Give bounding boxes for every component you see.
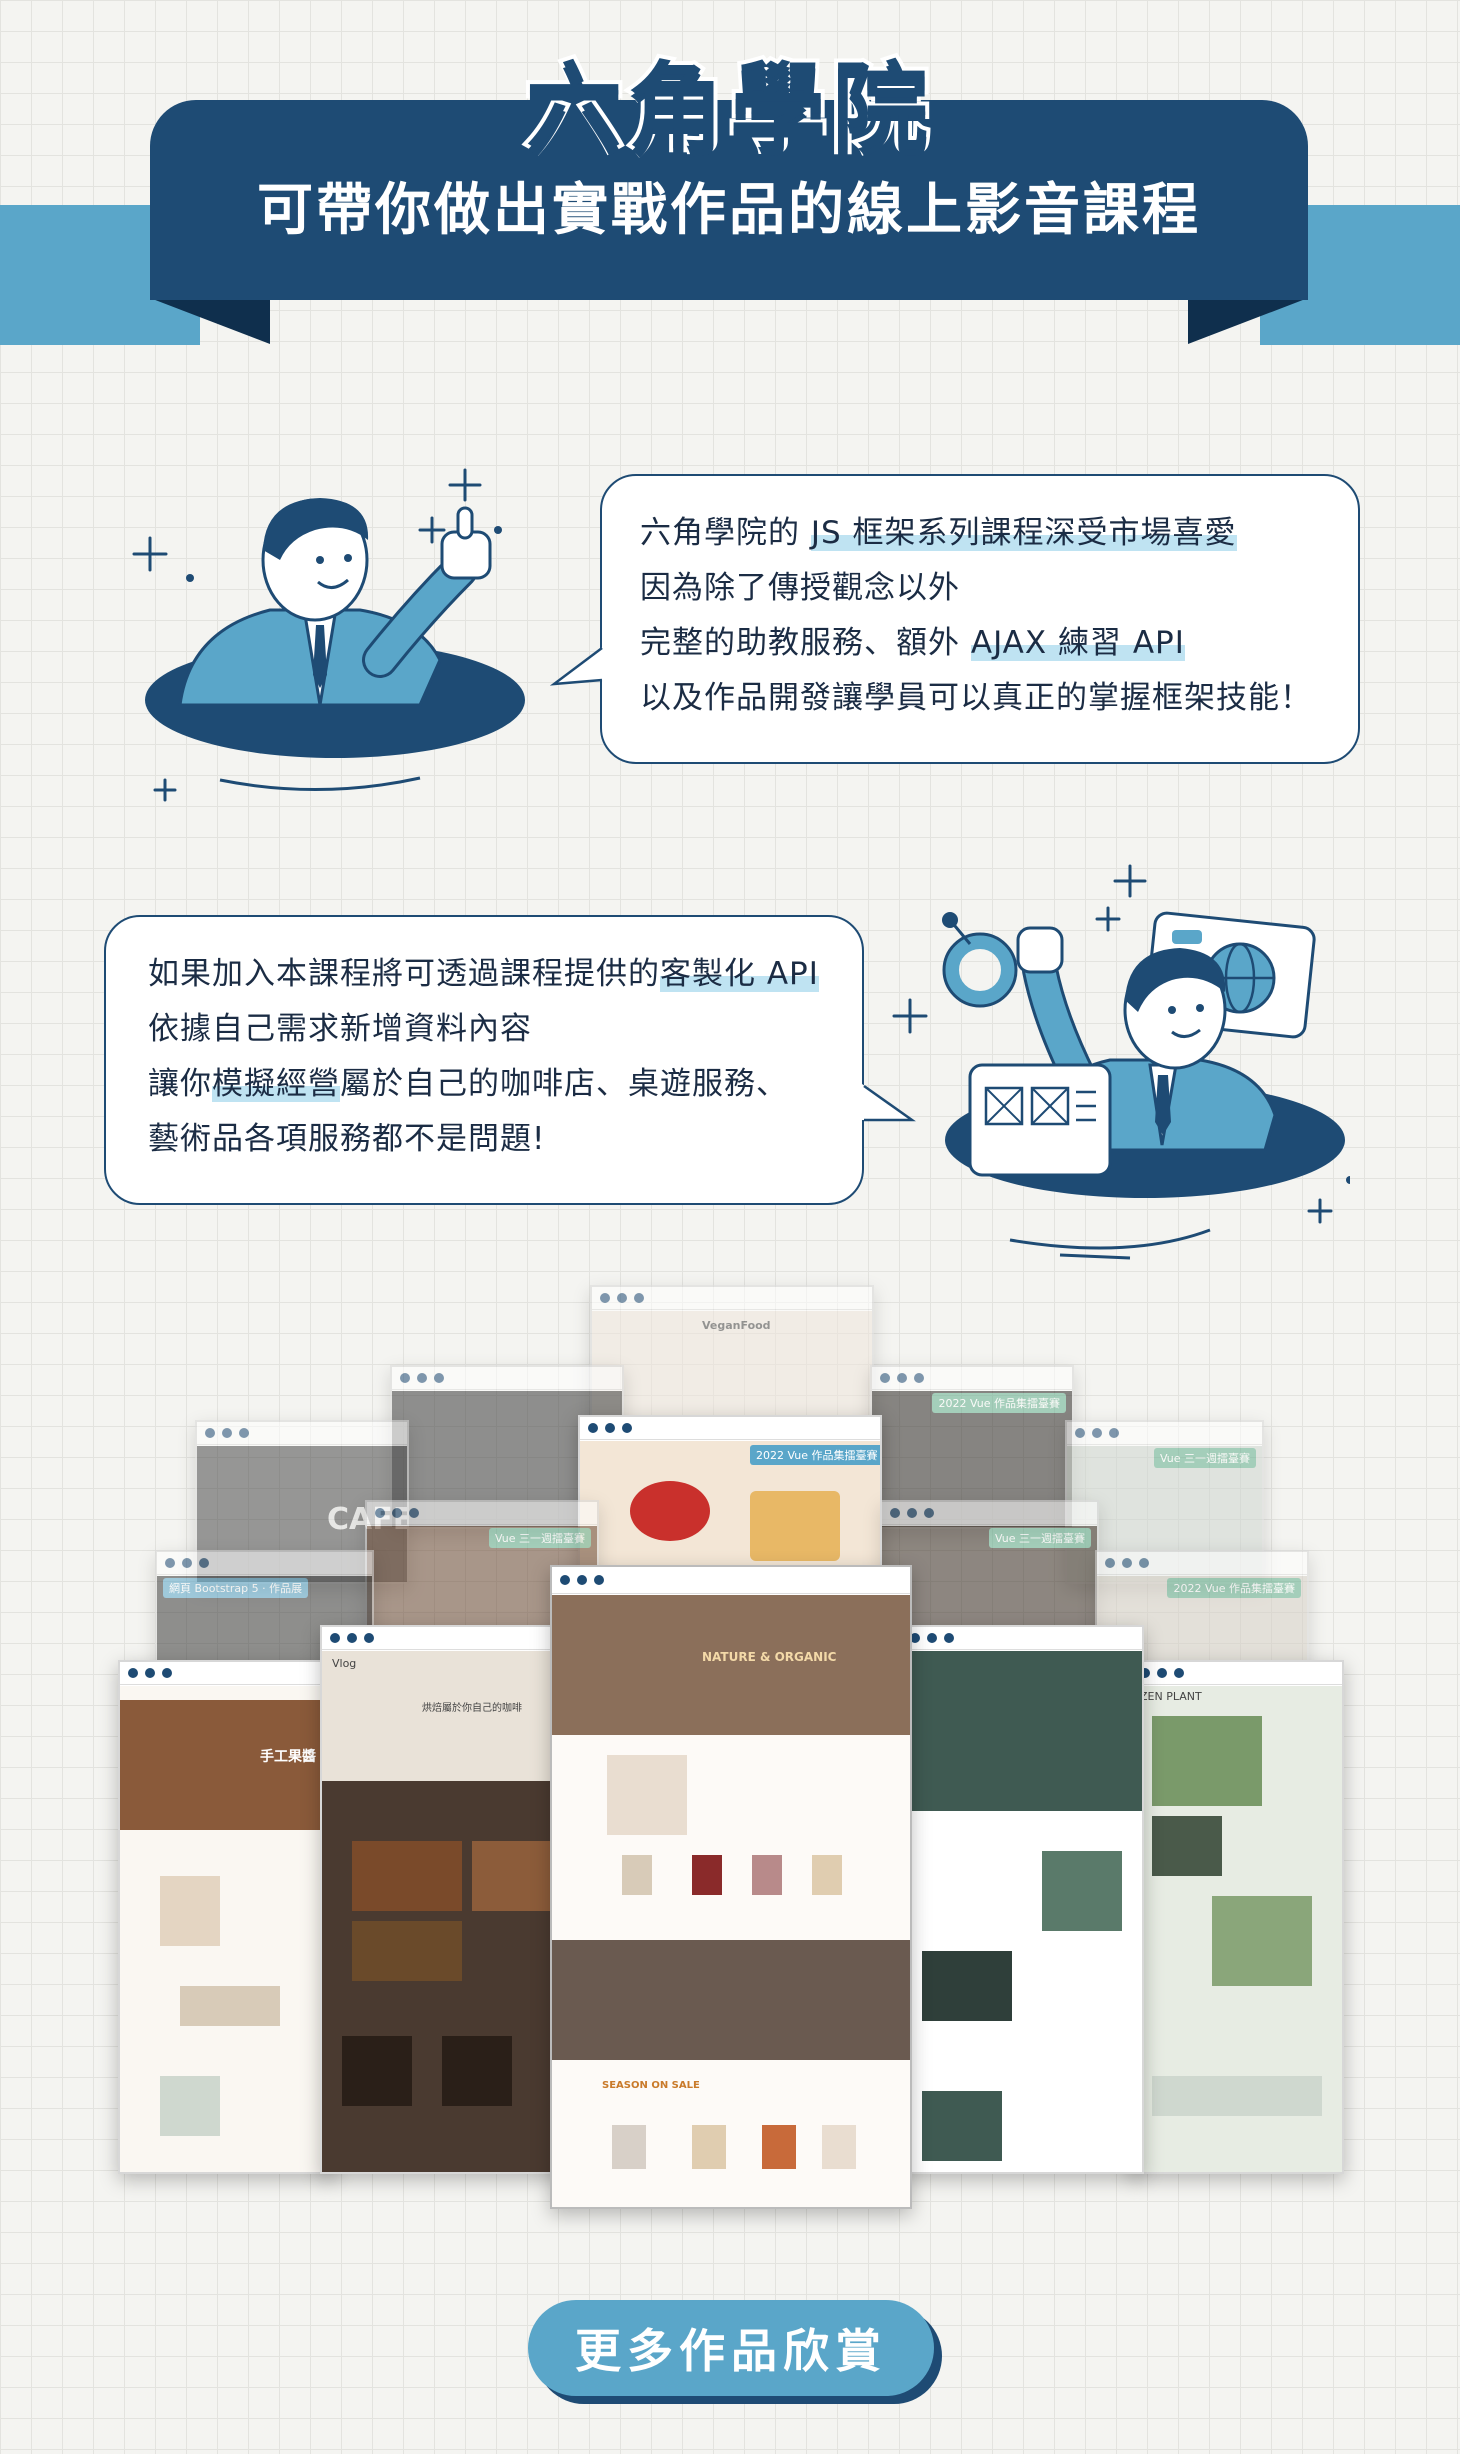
ribbon-fold-right [1188, 298, 1308, 344]
tag-vue-brownie: Vue 三一週擂臺賽 [488, 1528, 591, 1548]
bubble2-highlight-simulate: 模擬經營 [212, 1066, 340, 1102]
bubble1-line3-text: 完整的助教服務、額外 [640, 625, 960, 661]
bubble1-line1-text: 六角學院的 [640, 515, 800, 551]
tag-2022-vue-succulent: 2022 Vue 作品集擂臺賽 [1167, 1578, 1301, 1598]
bubble1-highlight-js: JS 框架系列課程深受市場喜愛 [810, 515, 1237, 551]
more-works-button[interactable]: 更多作品欣賞 [528, 2300, 934, 2396]
bubble1-line2: 因為除了傳授觀念以外 [640, 570, 960, 606]
jam-title: 手工果醬 [260, 1749, 316, 1765]
bubble2-line2: 依據自己需求新增資料內容 [148, 1011, 532, 1047]
bubble2-line4: 藝術品各項服務都不是問題! [148, 1121, 546, 1157]
project-showcase: VeganFood 2022 Vue 作品集擂臺賽 CAFE Vue 三一週擂臺… [0, 1275, 1460, 2225]
thumbs-up-illustration [132, 468, 525, 802]
tag-vue-one-cat: Vue 三一週擂臺賽 [1153, 1448, 1256, 1468]
speech-bubble-course-intro: 六角學院的 JS 框架系列課程深受市場喜愛 因為除了傳授觀念以外 完整的助教服務… [600, 474, 1360, 764]
project-window-guitar[interactable]: Vlog 烘焙屬於你自己的咖啡 [320, 1625, 569, 2174]
coffee-title: 烘焙屬於你自己的咖啡 [422, 1703, 522, 1714]
plant-brand: ZEN PLANT [1140, 1690, 1202, 1703]
tag-vue-lights: Vue 三一週擂臺賽 [988, 1528, 1091, 1548]
bubble2-line3-text: 讓你 [148, 1066, 212, 1102]
tag-2022-vue-dessert: 2022 Vue 作品集擂臺賽 [750, 1445, 880, 1465]
vegan-title: VeganFood [702, 1319, 771, 1332]
project-window-plants[interactable]: ZEN PLANT [1130, 1660, 1344, 2174]
project-window-organic-baby[interactable]: NATURE & ORGANIC SEASON ON SALE [550, 1565, 912, 2209]
center-brand: NATURE & ORGANIC [702, 1650, 837, 1664]
bubble1-line3: 完整的助教服務、額外 AJAX 練習 API [640, 616, 1358, 671]
center-sale: SEASON ON SALE [602, 2080, 700, 2091]
bubble2-highlight-api: 客製化 API [660, 956, 819, 992]
bubble2-line1: 如果加入本課程將可透過課程提供的客製化 API [148, 947, 862, 1002]
bubble1-line1: 六角學院的 JS 框架系列課程深受市場喜愛 [640, 506, 1358, 561]
bubble1-tail [550, 646, 604, 686]
bubble2-line1-text: 如果加入本課程將可透過課程提供的 [148, 956, 660, 992]
bubble1-highlight-ajax: AJAX 練習 API [970, 625, 1185, 661]
developer-illustration [892, 864, 1350, 1260]
bubble1-line4: 以及作品開發讓學員可以真正的掌握框架技能！ [640, 680, 1312, 716]
speech-bubble-custom-api: 如果加入本課程將可透過課程提供的客製化 API 依據自己需求新增資料內容 讓你模… [104, 915, 864, 1205]
ribbon-fold-left [150, 298, 270, 344]
page-subtitle: 可帶你做出實戰作品的線上影音課程 [257, 178, 1201, 243]
project-window-jam[interactable]: 手工果醬 [118, 1660, 335, 2174]
tag-2022-vue-adopt: 2022 Vue 作品集擂臺賽 [932, 1393, 1066, 1413]
bubble2-line3: 讓你模擬經營屬於自己的咖啡店、桌遊服務、 [148, 1057, 862, 1112]
brand-title: 六角學院 [522, 48, 934, 168]
guitar-brand: Vlog [332, 1657, 357, 1670]
tag-bootstrap: 網頁 Bootstrap 5 · 作品展 [163, 1578, 309, 1598]
bubble2-line3-text-b: 屬於自己的咖啡店、桌遊服務、 [340, 1066, 788, 1102]
project-window-bookstore[interactable] [900, 1625, 1144, 2174]
window-controls [592, 1287, 872, 1310]
